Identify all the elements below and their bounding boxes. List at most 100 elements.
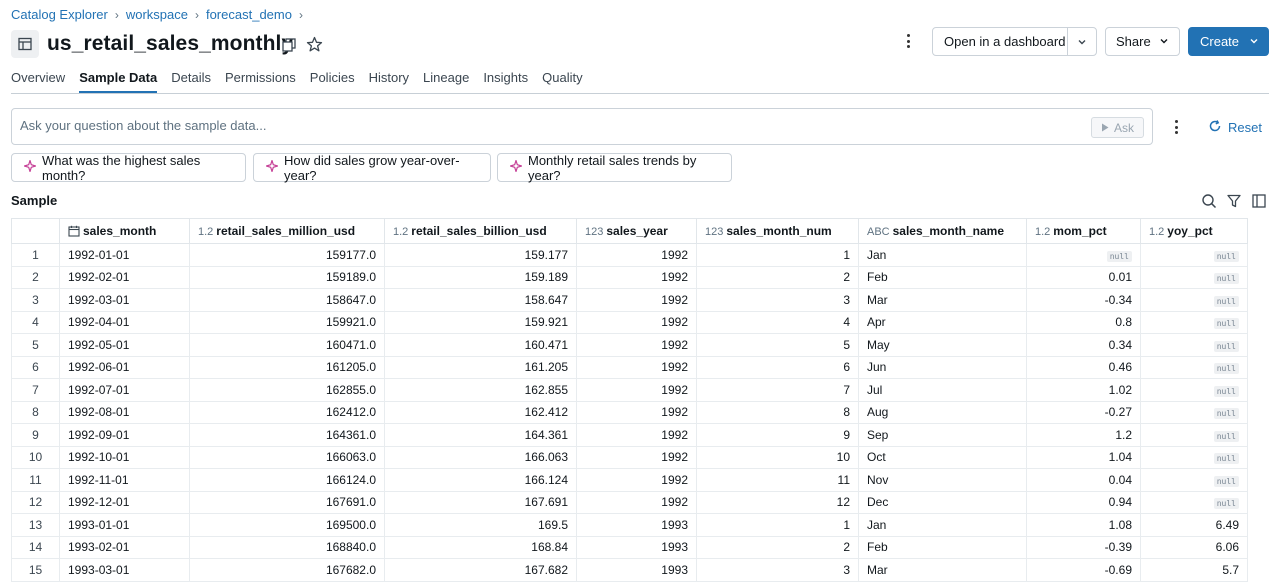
column-header-sales_month_num[interactable]: 123 sales_month_num [696,218,859,244]
cell-retail_sales_billion_usd: 166.063 [384,445,577,469]
more-options-icon[interactable] [899,32,917,50]
chevron-down-icon[interactable] [1067,28,1096,55]
cell-sales_month_num: 3 [696,558,859,582]
null-badge: null [1213,453,1239,465]
tab-policies[interactable]: Policies [310,70,355,93]
tab-sample-data[interactable]: Sample Data [79,70,158,93]
open-in-dashboard-button[interactable]: Open in a dashboard [932,27,1097,56]
column-header-retail_sales_billion_usd[interactable]: 1.2 retail_sales_billion_usd [384,218,577,244]
type-icon: 123 [585,226,604,238]
cell-retail_sales_million_usd: 168840.0 [189,535,385,559]
ask-more-options-icon[interactable] [1167,118,1185,136]
table-row[interactable]: 2 1992-02-01 159189.0 159.189 1992 2 Feb 0.01 nu… [11,265,1248,289]
cell-sales_month: 1992-03-01 [59,288,190,312]
star-icon[interactable] [306,36,323,53]
column-header-retail_sales_million_usd[interactable]: 1.2 retail_sales_million_usd [189,218,385,244]
column-header-sales_month_name[interactable]: ABC sales_month_name [858,218,1027,244]
suggestion-chip-highest-month[interactable]: What was the highest sales month? [11,153,246,183]
table-row[interactable]: 1 1992-01-01 159177.0 159.177 1992 1 Jan null nu… [11,243,1248,267]
row-index-cell: 14 [11,535,60,559]
cell-mom_pct: 1.04 [1026,445,1141,469]
ask-button[interactable]: Ask [1091,117,1144,138]
tab-overview[interactable]: Overview [11,70,65,93]
cell-sales_month_num: 8 [696,400,859,424]
table-row[interactable]: 7 1992-07-01 162855.0 162.855 1992 7 Jul 1.02 nu… [11,378,1248,402]
null-badge: null [1213,498,1239,510]
table-row[interactable]: 14 1993-02-01 168840.0 168.84 1993 2 Feb -0.39 6… [11,535,1248,559]
table-row[interactable]: 13 1993-01-01 169500.0 169.5 1993 1 Jan 1.08 6.4… [11,513,1248,537]
breadcrumb-forecast-demo[interactable]: forecast_demo [206,7,292,22]
chevron-down-icon [1159,34,1169,49]
reset-button[interactable]: Reset [1208,119,1262,136]
tab-details[interactable]: Details [171,70,211,93]
cell-retail_sales_million_usd: 166063.0 [189,445,385,469]
cell-sales_month: 1992-10-01 [59,445,190,469]
cell-mom_pct: 1.02 [1026,378,1141,402]
table-row[interactable]: 6 1992-06-01 161205.0 161.205 1992 6 Jun 0.46 nu… [11,355,1248,379]
cell-retail_sales_million_usd: 169500.0 [189,513,385,537]
cell-sales_month_num: 2 [696,265,859,289]
tab-history[interactable]: History [369,70,409,93]
cell-retail_sales_million_usd: 160471.0 [189,333,385,357]
cell-sales_year: 1992 [576,490,697,514]
create-button[interactable]: Create [1188,27,1269,56]
null-badge: null [1213,408,1239,420]
share-button[interactable]: Share [1105,27,1180,56]
column-header-label: retail_sales_billion_usd [411,224,547,238]
cell-sales_month_num: 1 [696,513,859,537]
search-icon[interactable] [1201,193,1217,209]
tab-insights[interactable]: Insights [483,70,528,93]
page-title: us_retail_sales_monthly [47,32,294,55]
row-index-cell: 9 [11,423,60,447]
table-row[interactable]: 10 1992-10-01 166063.0 166.063 1992 10 Oct 1.04… [11,445,1248,469]
column-header-mom_pct[interactable]: 1.2 mom_pct [1026,218,1141,244]
column-header-label: sales_month_num [726,224,832,238]
cell-mom_pct: -0.39 [1026,535,1141,559]
suggestion-chip-yoy-growth[interactable]: How did sales grow year-over-year? [253,153,491,183]
column-header-sales_month[interactable]: sales_month [59,218,190,244]
table-row[interactable]: 9 1992-09-01 164361.0 164.361 1992 9 Sep 1.2 nul… [11,423,1248,447]
table-row[interactable]: 11 1992-11-01 166124.0 166.124 1992 11 Nov 0.04… [11,468,1248,492]
column-panel-icon[interactable] [1251,193,1267,209]
breadcrumb-workspace[interactable]: workspace [126,7,188,22]
table-row[interactable]: 12 1992-12-01 167691.0 167.691 1992 12 Dec 0.94… [11,490,1248,514]
type-icon: 1.2 [1035,226,1051,238]
cell-retail_sales_billion_usd: 159.177 [384,243,577,267]
table-row[interactable]: 8 1992-08-01 162412.0 162.412 1992 8 Aug -0.27 n… [11,400,1248,424]
cell-yoy_pct: null [1140,243,1248,267]
column-header-label: mom_pct [1053,224,1107,238]
suggestion-chip-monthly-trends[interactable]: Monthly retail sales trends by year? [497,153,732,183]
copy-icon[interactable] [281,37,297,53]
type-icon: 123 [705,226,724,238]
cell-sales_month_name: Sep [858,423,1027,447]
cell-sales_month_num: 1 [696,243,859,267]
cell-mom_pct: 0.94 [1026,490,1141,514]
row-index-cell: 7 [11,378,60,402]
cell-retail_sales_billion_usd: 162.412 [384,400,577,424]
null-badge: null [1213,273,1239,285]
row-index-cell: 2 [11,265,60,289]
filter-icon[interactable] [1226,193,1242,209]
table-row[interactable]: 5 1992-05-01 160471.0 160.471 1992 5 May 0.34 nu… [11,333,1248,357]
table-row[interactable]: 15 1993-03-01 167682.0 167.682 1993 3 Mar -0.69… [11,558,1248,582]
cell-yoy_pct: null [1140,310,1248,334]
breadcrumb-catalog-explorer[interactable]: Catalog Explorer [11,7,108,22]
column-header-sales_year[interactable]: 123 sales_year [576,218,697,244]
row-index-cell: 5 [11,333,60,357]
tab-quality[interactable]: Quality [542,70,582,93]
column-header-label: yoy_pct [1167,224,1213,238]
column-header-yoy_pct[interactable]: 1.2 yoy_pct [1140,218,1248,244]
cell-sales_month: 1992-06-01 [59,355,190,379]
cell-sales_year: 1992 [576,400,697,424]
cell-sales_year: 1993 [576,513,697,537]
cell-retail_sales_billion_usd: 161.205 [384,355,577,379]
table-row[interactable]: 3 1992-03-01 158647.0 158.647 1992 3 Mar -0.34 n… [11,288,1248,312]
cell-yoy_pct: null [1140,423,1248,447]
type-icon: 1.2 [198,226,214,238]
table-row[interactable]: 4 1992-04-01 159921.0 159.921 1992 4 Apr 0.8 nul… [11,310,1248,334]
null-badge: null [1213,430,1239,442]
tab-permissions[interactable]: Permissions [225,70,296,93]
ask-input[interactable] [20,118,1080,133]
cell-sales_month_num: 4 [696,310,859,334]
tab-lineage[interactable]: Lineage [423,70,469,93]
